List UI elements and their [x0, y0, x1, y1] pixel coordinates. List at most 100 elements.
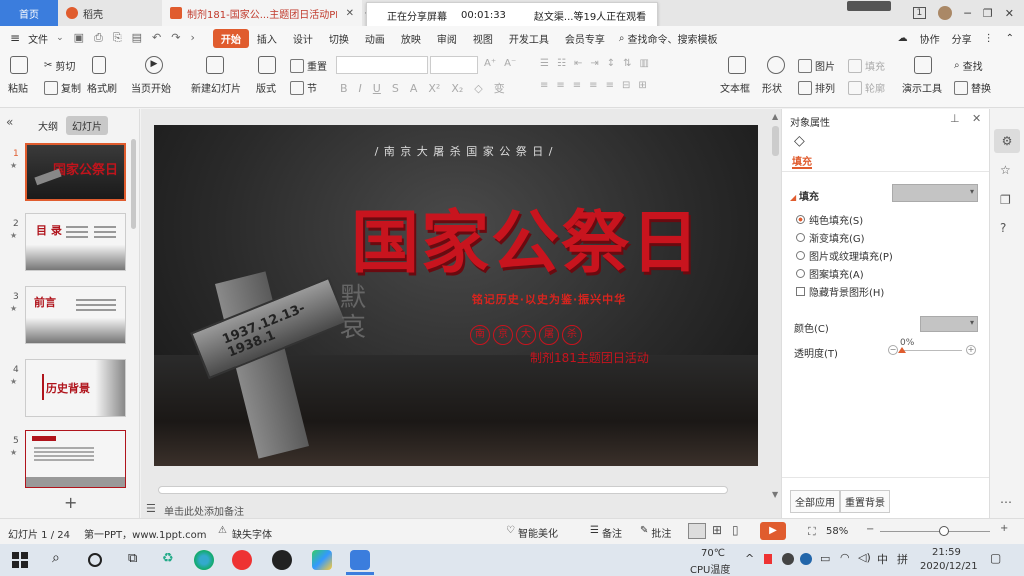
- pin-icon[interactable]: ⊥: [950, 112, 960, 125]
- paste-button[interactable]: [10, 56, 28, 74]
- menu-design[interactable]: 设计: [285, 31, 321, 46]
- current-slide[interactable]: / 南 京 大 屠 杀 国 家 公 祭 日 / 国家公祭日 铭记历史·以史为鉴·…: [154, 125, 758, 466]
- indent-increase-icon[interactable]: ⇥: [590, 58, 598, 69]
- image-button[interactable]: 图片: [798, 58, 835, 73]
- wifi-icon[interactable]: ◠: [840, 551, 850, 564]
- beautify-button[interactable]: ♡ 智能美化: [506, 525, 558, 540]
- font-grow-icon[interactable]: A⁺: [484, 58, 496, 69]
- decrease-icon[interactable]: −: [888, 345, 898, 355]
- more-sidebar-icon[interactable]: ⋯: [1000, 495, 1012, 509]
- notes-placeholder[interactable]: 单击此处添加备注: [164, 503, 244, 518]
- recycle-icon[interactable]: ♻: [162, 551, 174, 566]
- increase-icon[interactable]: +: [966, 345, 976, 355]
- zoom-in-icon[interactable]: +: [1000, 523, 1008, 534]
- print-icon[interactable]: ⎘: [113, 31, 122, 45]
- layout-icon[interactable]: [258, 56, 276, 74]
- presentation-tool-icon[interactable]: [914, 56, 932, 74]
- fit-window-icon[interactable]: ⛶: [808, 525, 816, 539]
- slide-thumbnail-2[interactable]: 目 录: [25, 213, 126, 271]
- slide-main-title[interactable]: 国家公祭日: [336, 187, 716, 286]
- new-slide-button[interactable]: 新建幻灯片: [191, 80, 241, 95]
- find-button[interactable]: ⌕ 查找: [954, 58, 983, 73]
- underline-icon[interactable]: U: [373, 82, 381, 95]
- netease-music-icon[interactable]: [232, 550, 252, 570]
- font-color-icon[interactable]: A: [410, 82, 418, 95]
- help-sidebar-icon[interactable]: ?: [1000, 221, 1006, 235]
- tray-app-icon[interactable]: [782, 553, 794, 565]
- windows-start-icon[interactable]: [12, 552, 28, 568]
- paste-label[interactable]: 粘贴: [8, 80, 28, 95]
- slide-slogan[interactable]: 铭记历史·以史为鉴·振兴中华: [414, 291, 684, 307]
- format-painter-icon[interactable]: [92, 56, 106, 74]
- scroll-up-icon[interactable]: ▲: [772, 112, 778, 121]
- vertical-scrollbar[interactable]: [772, 126, 779, 156]
- hide-background-checkbox[interactable]: 隐藏背景图形(H): [796, 284, 884, 299]
- clear-format-icon[interactable]: ◇: [474, 82, 482, 95]
- menu-review[interactable]: 审阅: [429, 31, 465, 46]
- reset-background-button[interactable]: 重置背景: [840, 490, 890, 513]
- replace-button[interactable]: 替换: [954, 80, 991, 95]
- bold-icon[interactable]: B: [340, 82, 348, 95]
- notes-toggle-button[interactable]: ☰ 备注: [590, 525, 622, 540]
- char-spacing-icon[interactable]: 变: [494, 80, 505, 96]
- clock-time[interactable]: 21:59: [932, 547, 961, 558]
- chevron-down-icon[interactable]: ⌄: [56, 33, 64, 43]
- align-text-icon[interactable]: ⊟: [622, 80, 630, 91]
- media-player-icon[interactable]: [312, 550, 332, 570]
- slide-thumbnail-5[interactable]: [25, 430, 126, 488]
- layout-button[interactable]: 版式: [256, 80, 276, 95]
- window-count-badge[interactable]: 1: [912, 7, 927, 19]
- cloud-sync-icon[interactable]: ☁: [898, 33, 908, 44]
- tray-chevron-icon[interactable]: ^: [745, 552, 754, 565]
- scroll-down-icon[interactable]: ▼: [772, 490, 778, 499]
- slide-circle-title[interactable]: 南 京 大 屠 杀: [470, 325, 582, 345]
- minimize-icon[interactable]: ─: [964, 7, 971, 20]
- format-painter-label[interactable]: 格式刷: [87, 80, 117, 95]
- slide-thumbnail-4[interactable]: 历史背景: [25, 359, 126, 417]
- menu-slideshow[interactable]: 放映: [393, 31, 429, 46]
- slide-thumbnail-1[interactable]: 国家公祭日: [25, 143, 126, 201]
- radio-gradient-fill[interactable]: 渐变填充(G): [796, 230, 865, 245]
- comments-button[interactable]: ✎ 批注: [640, 525, 671, 540]
- zoom-level[interactable]: 58%: [826, 526, 848, 537]
- apply-all-button[interactable]: 全部应用: [790, 490, 840, 513]
- italic-icon[interactable]: I: [359, 82, 362, 95]
- reset-button[interactable]: 重置: [290, 58, 327, 73]
- font-name-select[interactable]: [336, 56, 428, 74]
- zoom-slider-thumb[interactable]: [938, 526, 949, 536]
- ime-mode[interactable]: 中: [877, 551, 888, 567]
- text-direction-icon[interactable]: ⇅: [623, 58, 631, 69]
- distribute-icon[interactable]: ≡: [606, 80, 614, 91]
- numbered-list-icon[interactable]: ☷: [557, 58, 566, 69]
- collapse-ribbon-icon[interactable]: ⌃: [1006, 33, 1014, 44]
- edge-browser-icon[interactable]: [194, 550, 214, 570]
- cortana-icon[interactable]: [88, 553, 102, 567]
- missing-font-link[interactable]: 缺失字体: [232, 526, 272, 541]
- font-size-select[interactable]: [430, 56, 478, 74]
- preview-icon[interactable]: ▤: [132, 31, 142, 45]
- more-chevron-icon[interactable]: ›: [190, 31, 194, 45]
- menu-transition[interactable]: 切换: [321, 31, 357, 46]
- collab-button[interactable]: 协作: [920, 31, 940, 46]
- zoom-out-icon[interactable]: −: [866, 524, 874, 535]
- presentation-tool-button[interactable]: 演示工具: [902, 80, 942, 95]
- toolbar-handle-icon[interactable]: [846, 1, 891, 11]
- more-menu-icon[interactable]: ⋮: [984, 33, 994, 44]
- fill-section[interactable]: ◢ 填充: [790, 188, 819, 203]
- menu-developer[interactable]: 开发工具: [501, 31, 557, 46]
- sorter-view-icon[interactable]: ⊞: [712, 523, 728, 539]
- menu-member[interactable]: 会员专享: [557, 31, 613, 46]
- share-button[interactable]: 分享: [952, 31, 972, 46]
- transparency-slider-track[interactable]: [902, 350, 962, 351]
- wps-taskbar-icon[interactable]: [350, 550, 370, 570]
- new-slide-icon[interactable]: [206, 56, 224, 74]
- game-app-icon[interactable]: [272, 550, 292, 570]
- textbox-button[interactable]: 文本框: [720, 80, 750, 95]
- avatar[interactable]: [938, 6, 953, 20]
- thumbnail-scrollbar[interactable]: [131, 139, 136, 229]
- volume-icon[interactable]: ◁): [858, 551, 871, 564]
- fill-type-select[interactable]: ▾: [892, 184, 978, 202]
- font-shrink-icon[interactable]: A⁻: [504, 58, 516, 69]
- align-left-icon[interactable]: ≡: [540, 80, 548, 91]
- notification-icon[interactable]: ▢: [990, 551, 1001, 565]
